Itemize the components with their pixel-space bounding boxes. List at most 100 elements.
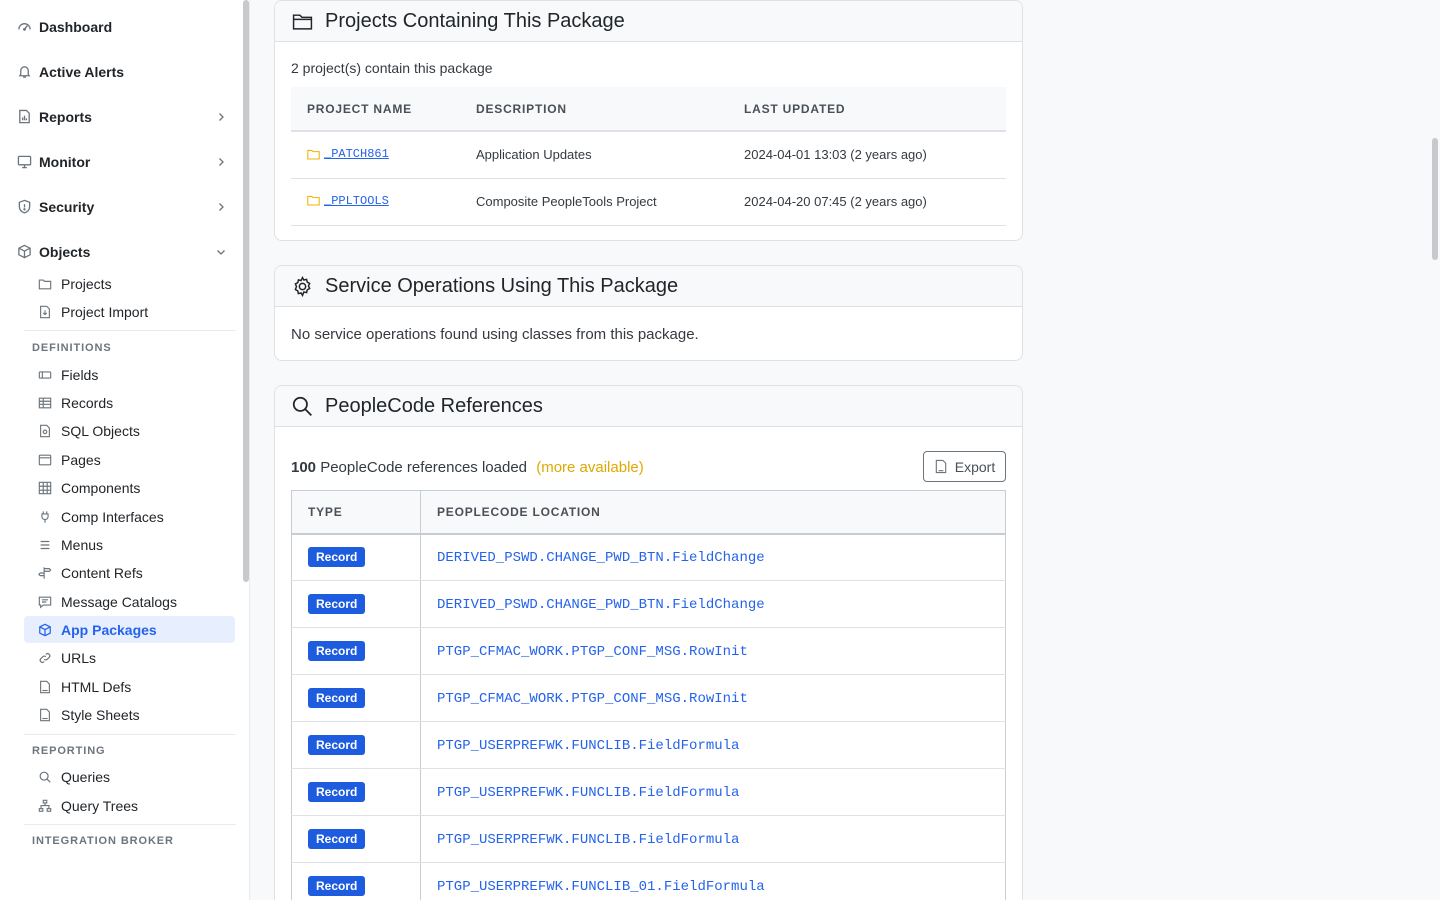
nav-active-alerts[interactable]: Active Alerts [0,49,240,94]
location-cell: DERIVED_PSWD.CHANGE_PWD_BTN.FieldChange [420,580,1006,628]
type-badge: Record [308,688,366,708]
menu-icon [38,538,52,552]
column-header[interactable]: PEOPLECODE LOCATION [420,490,1006,535]
peoplecode-card: PeopleCode References 100 PeopleCode ref… [274,385,1023,900]
table-row: Record PTGP_USERPREFWK.FUNCLIB.FieldForm… [291,721,1006,769]
nav-label: Objects [39,243,91,260]
card-header: Service Operations Using This Package [275,266,1022,307]
sql-file-icon [38,424,52,438]
sidebar-scrollbar[interactable] [243,0,249,582]
sidebar-item-label: Content Refs [61,564,143,581]
report-icon [16,109,32,125]
project-name: _PATCH861 [324,147,389,161]
project-name-cell: _PATCH861 [291,131,460,179]
nav-label: Reports [39,108,92,125]
search-icon [291,395,313,417]
sidebar-item-urls[interactable]: URLs [24,644,235,671]
nav-objects[interactable]: Objects [0,229,240,274]
project-description: Composite PeopleTools Project [460,178,728,226]
nav-label: Monitor [39,153,91,170]
nav-security[interactable]: Security [0,184,240,229]
sidebar-item-components[interactable]: Components [24,474,235,501]
type-badge: Record [308,876,366,896]
tree-icon [38,799,52,813]
sidebar-item-queries[interactable]: Queries [24,763,235,790]
peoplecode-location-link[interactable]: PTGP_USERPREFWK.FUNCLIB.FieldFormula [437,785,739,801]
chevron-right-icon [216,154,226,170]
sidebar-item-label: Pages [61,451,101,468]
sidebar-item-content-refs[interactable]: Content Refs [24,559,235,586]
project-updated: 2024-04-01 13:03 (2 years ago) [728,131,1006,179]
sidebar-item-project-import[interactable]: Project Import [24,298,235,325]
sidebar-item-message-catalogs[interactable]: Message Catalogs [24,588,235,615]
table-icon [38,396,52,410]
sidebar-item-pages[interactable]: Pages [24,446,235,473]
sidebar-item-menus[interactable]: Menus [24,531,235,558]
sidebar-item-label: Style Sheets [61,706,140,723]
sidebar-item-query-trees[interactable]: Query Trees [24,792,235,819]
sidebar-item-label: Comp Interfaces [61,508,164,525]
field-icon [38,368,52,382]
folder-icon [307,195,320,206]
sidebar-item-html-defs[interactable]: HTML Defs [24,673,235,700]
project-link[interactable]: _PATCH861 [307,147,389,161]
export-button[interactable]: Export [923,451,1006,482]
location-cell: PTGP_USERPREFWK.FUNCLIB.FieldFormula [420,768,1006,816]
location-cell: PTGP_USERPREFWK.FUNCLIB.FieldFormula [420,815,1006,863]
peoplecode-location-link[interactable]: DERIVED_PSWD.CHANGE_PWD_BTN.FieldChange [437,550,765,566]
project-updated: 2024-04-20 07:45 (2 years ago) [728,178,1006,226]
sidebar-item-records[interactable]: Records [24,389,235,416]
peoplecode-location-link[interactable]: PTGP_USERPREFWK.FUNCLIB.FieldFormula [437,738,739,754]
sidebar-item-projects[interactable]: Projects [24,270,235,297]
sidebar-item-label: SQL Objects [61,422,140,439]
section-label-definitions: DEFINITIONS [32,342,112,354]
card-title: Projects Containing This Package [325,9,625,32]
folder-icon [291,10,313,32]
type-badge: Record [308,782,366,802]
sidebar-item-fields[interactable]: Fields [24,361,235,388]
type-cell: Record [291,862,421,900]
type-badge: Record [308,735,366,755]
table-row: Record PTGP_CFMAC_WORK.PTGP_CONF_MSG.Row… [291,627,1006,675]
column-header[interactable]: LAST UPDATED [728,87,1006,132]
table-row: Record PTGP_USERPREFWK.FUNCLIB.FieldForm… [291,768,1006,816]
file-export-icon [934,459,948,474]
page-scrollbar[interactable] [1432,138,1438,260]
folder-icon [38,277,52,291]
sidebar-item-sql-objects[interactable]: SQL Objects [24,417,235,444]
nav-dashboard[interactable]: Dashboard [0,4,240,49]
sidebar-item-comp-interfaces[interactable]: Comp Interfaces [24,503,235,530]
service-operations-card: Service Operations Using This Package No… [274,265,1023,361]
peoplecode-location-link[interactable]: PTGP_USERPREFWK.FUNCLIB_01.FieldFormula [437,879,765,895]
project-name: _PPLTOOLS [324,193,389,208]
table-row: _PATCH861 Application Updates 2024-04-01… [291,131,1006,179]
link-icon [38,651,52,665]
project-link[interactable]: _PPLTOOLS [307,194,389,208]
location-cell: DERIVED_PSWD.CHANGE_PWD_BTN.FieldChange [420,533,1006,581]
peoplecode-location-link[interactable]: PTGP_USERPREFWK.FUNCLIB.FieldFormula [437,832,739,848]
sidebar-item-style-sheets[interactable]: Style Sheets [24,701,235,728]
project-name-cell: _PPLTOOLS [291,178,460,226]
peoplecode-location-link[interactable]: PTGP_CFMAC_WORK.PTGP_CONF_MSG.RowInit [437,644,748,660]
sidebar-item-label: Query Trees [61,797,139,814]
column-header[interactable]: PROJECT NAME [291,87,460,132]
signpost-icon [38,566,52,580]
column-header[interactable]: TYPE [291,490,421,535]
peoplecode-location-link[interactable]: DERIVED_PSWD.CHANGE_PWD_BTN.FieldChange [437,597,765,613]
type-cell: Record [291,768,421,816]
nav-reports[interactable]: Reports [0,94,240,139]
nav-monitor[interactable]: Monitor [0,139,240,184]
card-title: Service Operations Using This Package [325,274,679,297]
sidebar-item-app-packages[interactable]: App Packages [24,616,235,643]
references-count-suffix: PeopleCode references loaded [320,459,528,476]
type-cell: Record [291,721,421,769]
column-header[interactable]: DESCRIPTION [460,87,728,132]
chevron-right-icon [216,199,226,215]
shield-icon [16,199,32,215]
box-icon [16,244,32,260]
type-badge: Record [308,641,366,661]
bell-icon [16,64,32,80]
type-badge: Record [308,594,366,614]
peoplecode-location-link[interactable]: PTGP_CFMAC_WORK.PTGP_CONF_MSG.RowInit [437,691,748,707]
sidebar-item-label: Projects [61,275,112,292]
